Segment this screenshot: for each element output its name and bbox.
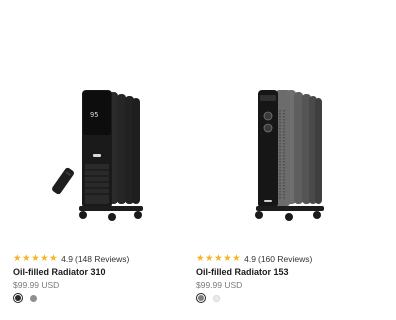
review-count[interactable]: (160 Reviews)	[258, 254, 312, 264]
radiator-310-image: 95	[52, 90, 143, 221]
rating-row: ★ ★ ★ ★ ★ 4.9 (160 Reviews)	[196, 253, 312, 265]
review-count[interactable]: (148 Reviews)	[75, 254, 129, 264]
star-icon: ★	[22, 253, 31, 264]
color-swatch-black[interactable]	[13, 293, 23, 303]
radiator-153-image	[255, 90, 324, 221]
product-card[interactable]: ★ ★ ★ ★ ★ 4.9 (160 Reviews) Oil-filled R…	[196, 0, 380, 320]
color-swatch-gray[interactable]	[196, 293, 206, 303]
star-icon: ★	[31, 253, 40, 264]
star-icon: ★	[13, 253, 22, 264]
product-price: $99.99 USD	[13, 280, 60, 290]
star-icon: ★	[223, 253, 232, 264]
star-icon: ★	[232, 253, 241, 264]
product-image[interactable]	[196, 60, 380, 240]
product-card[interactable]: 95 ★ ★ ★ ★ ★ 4.9 (148 Reviews) Oil-fille…	[13, 0, 197, 320]
rating-score: 4.9	[244, 254, 256, 264]
rating-score: 4.9	[61, 254, 73, 264]
star-icon: ★	[214, 253, 223, 264]
color-swatch-white[interactable]	[211, 293, 221, 303]
star-icon: ★	[196, 253, 205, 264]
star-icon: ★	[49, 253, 58, 264]
star-rating: ★ ★ ★ ★ ★	[196, 254, 241, 264]
product-grid: 95 ★ ★ ★ ★ ★ 4.9 (148 Reviews) Oil-fille…	[0, 0, 396, 320]
star-rating: ★ ★ ★ ★ ★	[13, 254, 58, 264]
product-title[interactable]: Oil-filled Radiator 310	[13, 267, 106, 277]
product-price: $99.99 USD	[196, 280, 243, 290]
rating-row: ★ ★ ★ ★ ★ 4.9 (148 Reviews)	[13, 253, 129, 265]
product-title[interactable]: Oil-filled Radiator 153	[196, 267, 289, 277]
product-image[interactable]: 95	[13, 60, 197, 240]
color-swatches	[196, 293, 226, 303]
star-icon: ★	[205, 253, 214, 264]
display-readout: 95	[90, 111, 98, 119]
color-swatches	[13, 293, 43, 303]
color-swatch-gray[interactable]	[28, 293, 38, 303]
star-icon: ★	[40, 253, 49, 264]
